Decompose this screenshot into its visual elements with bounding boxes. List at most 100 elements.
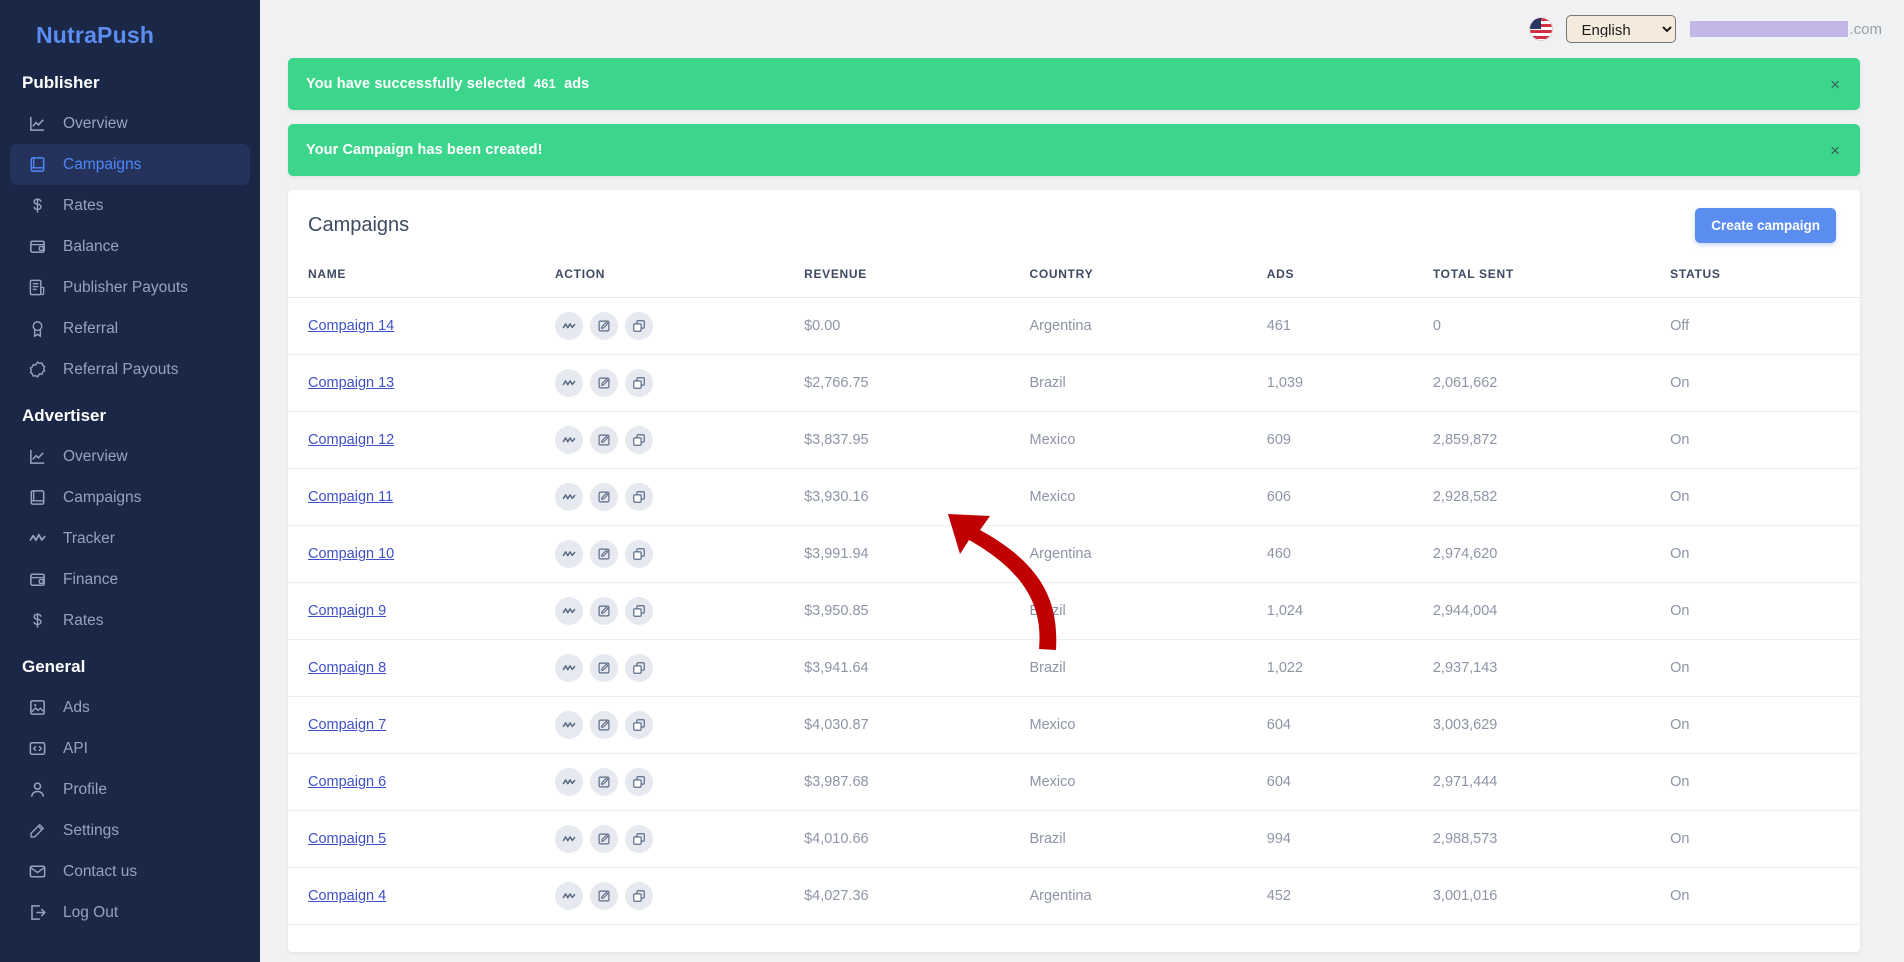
- sidebar-section-title: Publisher: [22, 73, 100, 92]
- chart-line-icon: [30, 116, 45, 131]
- edit-icon-button[interactable]: [589, 312, 618, 340]
- tracker-icon-button[interactable]: [554, 369, 583, 397]
- campaign-link[interactable]: Compaign 6: [308, 774, 386, 790]
- row-action-group: [554, 312, 804, 340]
- duplicate-icon: [633, 662, 645, 674]
- sidebar-item-api[interactable]: API: [10, 728, 250, 769]
- cell-ads: 452: [1266, 867, 1433, 925]
- tracker-icon-button[interactable]: [554, 882, 583, 910]
- cell-country: Mexico: [1029, 468, 1267, 526]
- status-badge: On: [1670, 525, 1860, 583]
- cell-name: Compaign 4: [288, 867, 555, 925]
- campaign-link[interactable]: Compaign 12: [308, 432, 394, 448]
- campaign-link[interactable]: Compaign 10: [308, 546, 394, 562]
- sidebar-item-overview[interactable]: Overview: [10, 436, 250, 477]
- duplicate-icon-button[interactable]: [624, 369, 653, 397]
- badge-icon: [28, 360, 47, 379]
- edit-icon-button[interactable]: [589, 768, 618, 796]
- duplicate-icon-button[interactable]: [624, 483, 653, 511]
- campaign-link[interactable]: Compaign 7: [308, 717, 386, 733]
- tracker-icon: [562, 608, 576, 614]
- edit-icon-button[interactable]: [589, 369, 618, 397]
- row-action-group: [554, 768, 804, 796]
- duplicate-icon-button[interactable]: [624, 654, 653, 682]
- duplicate-icon-button[interactable]: [624, 426, 653, 454]
- edit-icon-button[interactable]: [589, 654, 618, 682]
- sidebar-item-balance[interactable]: Balance: [10, 226, 250, 267]
- duplicate-icon-button[interactable]: [624, 882, 653, 910]
- tracker-icon-button[interactable]: [554, 825, 583, 853]
- cell-revenue: $2,766.75: [804, 354, 1030, 412]
- tracker-icon: [562, 380, 576, 386]
- sidebar-item-rates[interactable]: Rates: [10, 600, 250, 641]
- code-icon: [29, 742, 46, 755]
- campaign-link[interactable]: Compaign 13: [308, 375, 394, 391]
- chart-line-icon: [28, 114, 47, 133]
- sidebar-item-publisher-payouts[interactable]: Publisher Payouts: [10, 267, 250, 308]
- edit-icon-button[interactable]: [589, 483, 618, 511]
- sidebar-item-ads[interactable]: Ads: [10, 687, 250, 728]
- campaign-link[interactable]: Compaign 8: [308, 660, 386, 676]
- tracker-icon-button[interactable]: [554, 540, 583, 568]
- sidebar-item-overview[interactable]: Overview: [10, 103, 250, 144]
- chart-line-icon: [28, 447, 47, 466]
- sidebar-item-campaigns[interactable]: Campaigns: [10, 477, 250, 518]
- cell-action: [554, 696, 805, 754]
- edit-icon: [598, 719, 610, 731]
- sidebar-item-label: Contact us: [63, 862, 138, 880]
- edit-icon-button[interactable]: [589, 540, 618, 568]
- sidebar-item-settings[interactable]: Settings: [10, 810, 250, 851]
- campaign-link[interactable]: Compaign 14: [308, 318, 394, 334]
- campaign-link[interactable]: Compaign 11: [308, 489, 393, 505]
- sidebar-item-profile[interactable]: Profile: [10, 769, 250, 810]
- cell-name: Compaign 6: [288, 753, 555, 811]
- sidebar-item-rates[interactable]: Rates: [10, 185, 250, 226]
- cell-country: Mexico: [1029, 753, 1267, 811]
- table-row: Compaign 8 $3,941.64 Brazil 1,022 2,937,143 O…: [288, 639, 1860, 697]
- duplicate-icon-button[interactable]: [624, 768, 653, 796]
- create-campaign-button[interactable]: Create campaign: [1695, 208, 1836, 243]
- sidebar-item-referral-payouts[interactable]: Referral Payouts: [10, 349, 250, 390]
- campaign-link[interactable]: Compaign 4: [308, 888, 386, 904]
- duplicate-icon-button[interactable]: [624, 312, 653, 340]
- column-header-country: COUNTRY: [1029, 259, 1267, 298]
- cell-action: [554, 354, 805, 412]
- tracker-icon-button[interactable]: [554, 711, 583, 739]
- edit-icon-button[interactable]: [589, 882, 618, 910]
- duplicate-icon-button[interactable]: [624, 825, 653, 853]
- tracker-icon-button[interactable]: [554, 483, 583, 511]
- sidebar-item-log-out[interactable]: Log Out: [10, 892, 250, 933]
- duplicate-icon-button[interactable]: [624, 540, 653, 568]
- column-header-name: NAME: [288, 259, 555, 298]
- cell-ads: 460: [1266, 525, 1433, 583]
- sidebar-item-label: Finance: [63, 570, 119, 588]
- duplicate-icon-button[interactable]: [624, 597, 653, 625]
- edit-icon-button[interactable]: [589, 426, 618, 454]
- sidebar-item-label: API: [63, 739, 88, 757]
- sidebar-item-label: Tracker: [63, 529, 115, 547]
- account-domain: .com: [1690, 21, 1882, 38]
- edit-icon-button[interactable]: [589, 825, 618, 853]
- tracker-icon-button[interactable]: [554, 312, 583, 340]
- sidebar-item-finance[interactable]: Finance: [10, 559, 250, 600]
- tracker-icon-button[interactable]: [554, 654, 583, 682]
- sidebar-item-referral[interactable]: Referral: [10, 308, 250, 349]
- status-badge: On: [1670, 582, 1860, 640]
- close-icon[interactable]: ×: [1826, 72, 1844, 97]
- sidebar-item-contact-us[interactable]: Contact us: [10, 851, 250, 892]
- tracker-icon-button[interactable]: [554, 426, 583, 454]
- close-icon[interactable]: ×: [1826, 138, 1844, 163]
- duplicate-icon-button[interactable]: [624, 711, 653, 739]
- tracker-icon-button[interactable]: [554, 597, 583, 625]
- sidebar-item-tracker[interactable]: Tracker: [10, 518, 250, 559]
- campaign-link[interactable]: Compaign 5: [308, 831, 386, 847]
- tracker-icon-button[interactable]: [554, 768, 583, 796]
- edit-icon-button[interactable]: [589, 597, 618, 625]
- sidebar-item-campaigns[interactable]: Campaigns: [10, 144, 250, 185]
- cell-ads: 461: [1266, 297, 1433, 355]
- language-select[interactable]: English: [1566, 15, 1677, 43]
- cell-ads: 1,039: [1266, 354, 1433, 412]
- campaign-link[interactable]: Compaign 9: [308, 603, 386, 619]
- edit-icon-button[interactable]: [589, 711, 618, 739]
- cell-ads: 994: [1266, 810, 1433, 868]
